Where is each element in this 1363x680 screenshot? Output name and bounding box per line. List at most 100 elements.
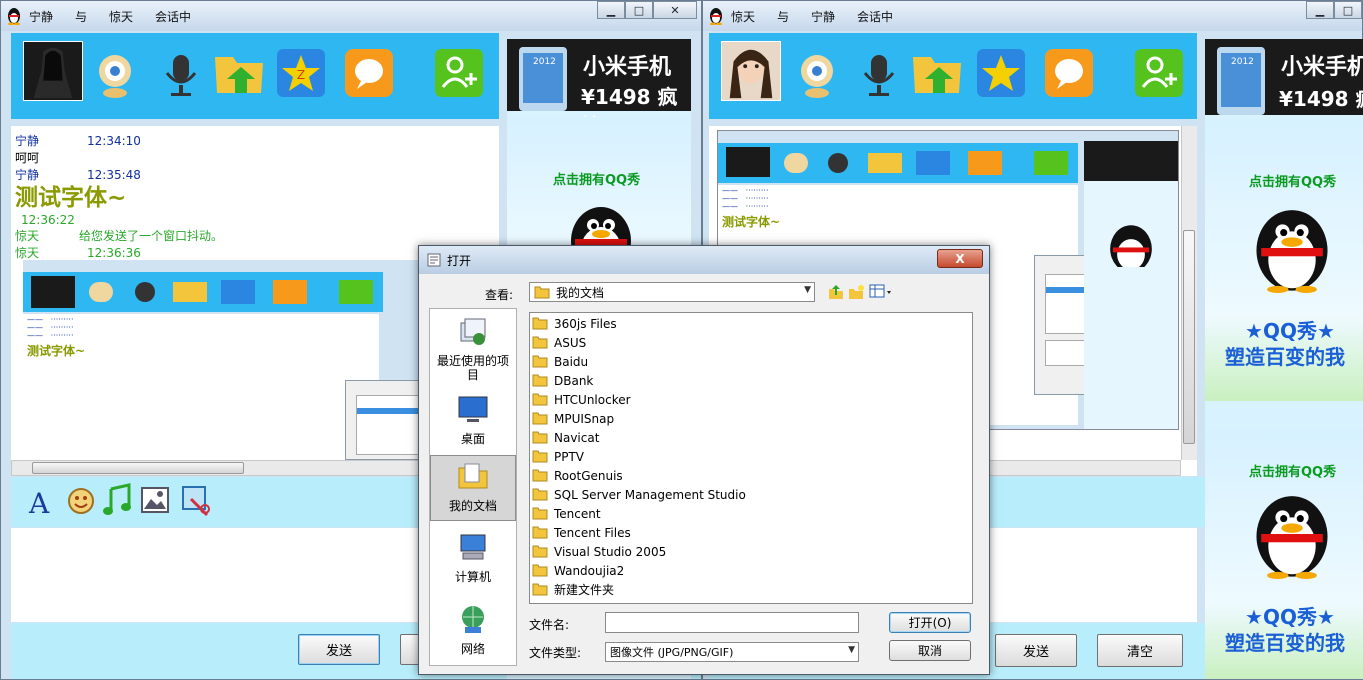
- view-menu-icon[interactable]: [869, 283, 893, 301]
- screenshot-icon[interactable]: [181, 485, 213, 517]
- folder-icon: [532, 317, 548, 330]
- file-list-item[interactable]: ASUS: [530, 333, 972, 352]
- file-name: ASUS: [554, 335, 587, 350]
- file-name: SQL Server Management Studio: [554, 487, 746, 502]
- qqxiu-ad-2[interactable]: 点击拥有QQ秀 ★QQ秀★ 塑造百变的我: [1205, 429, 1363, 679]
- documents-folder-icon: [458, 463, 488, 489]
- qqxiu-click-text: 点击拥有QQ秀: [1249, 465, 1337, 480]
- places-bar: 最近使用的项目 桌面 我的文档 计算机 网络: [429, 308, 517, 666]
- title-peer: 惊天: [109, 9, 134, 24]
- file-list-item[interactable]: PPTV: [530, 447, 972, 466]
- open-button[interactable]: 打开(O): [889, 612, 971, 633]
- computer-icon: [460, 534, 486, 560]
- qqxiu-click-text: 点击拥有QQ秀: [553, 173, 641, 188]
- new-folder-icon[interactable]: [847, 283, 865, 301]
- nested-avatar: [31, 276, 75, 308]
- file-list[interactable]: 360js Files ASUS Baidu DBank HTCUnlocker MPUI…: [529, 312, 973, 604]
- title-bar[interactable]: 惊天 与 宁静 会话中 ▁ □: [703, 1, 1362, 31]
- folder-icon: [532, 450, 548, 463]
- music-icon[interactable]: [101, 483, 133, 517]
- send-button[interactable]: 发送: [298, 634, 380, 665]
- file-list-item[interactable]: Navicat: [530, 428, 972, 447]
- qqxiu-click-text: 点击拥有QQ秀: [1249, 175, 1337, 190]
- scrollbar-thumb[interactable]: [32, 462, 244, 474]
- close-icon[interactable]: X: [937, 249, 983, 268]
- microphone-icon[interactable]: [855, 51, 903, 99]
- add-friend-icon[interactable]: [435, 49, 483, 97]
- qq-bubble-icon[interactable]: [1045, 49, 1093, 97]
- nested-microphone-icon: [135, 282, 155, 302]
- microphone-icon[interactable]: [157, 51, 205, 99]
- image-icon[interactable]: [141, 487, 169, 513]
- file-list-item[interactable]: RootGenuis: [530, 466, 972, 485]
- close-icon[interactable]: ✕: [653, 1, 697, 19]
- add-friend-icon[interactable]: [1135, 49, 1183, 97]
- avatar[interactable]: [23, 41, 83, 101]
- nested-qzone-icon: [916, 151, 950, 175]
- qq-penguin-icon: [1256, 496, 1328, 579]
- lookin-select[interactable]: 我的文档 ▼: [529, 282, 815, 302]
- file-transfer-icon[interactable]: [211, 47, 267, 99]
- file-list-item[interactable]: 新建文件夹: [530, 580, 972, 599]
- file-name: Tencent Files: [554, 525, 631, 540]
- file-list-item[interactable]: Tencent: [530, 504, 972, 523]
- message-text: 呵呵: [15, 151, 40, 165]
- message-header: 宁静 12:35:48: [15, 168, 141, 182]
- maximize-icon[interactable]: □: [625, 1, 653, 19]
- title-user: 惊天: [731, 9, 756, 24]
- file-list-item[interactable]: 360js Files: [530, 314, 972, 333]
- font-icon[interactable]: A: [25, 485, 55, 517]
- place-desktop[interactable]: 桌面: [430, 389, 516, 447]
- maximize-icon[interactable]: □: [1334, 1, 1362, 19]
- open-file-dialog: 打开 X 查看: 我的文档 ▼ 最近使用的项目 桌面 我的文档 计算机 网络 3…: [418, 245, 990, 675]
- avatar[interactable]: [721, 41, 781, 101]
- minimize-icon[interactable]: ▁: [1306, 1, 1334, 19]
- nested-webcam-icon: [89, 282, 113, 302]
- svg-text:Z: Z: [297, 68, 305, 82]
- message-text-large: 测试字体~: [15, 185, 127, 211]
- chevron-down-icon: ▼: [804, 285, 811, 295]
- phone-ad-banner[interactable]: 2012 小米手机 ¥1498 疯: [1205, 39, 1363, 115]
- file-transfer-icon[interactable]: [909, 47, 965, 99]
- vertical-scrollbar[interactable]: [1181, 126, 1197, 460]
- file-name: Visual Studio 2005: [554, 544, 667, 559]
- qqxiu-ad[interactable]: 点击拥有QQ秀 ★QQ秀★ 塑造百变的我: [1205, 119, 1363, 401]
- file-list-item[interactable]: HTCUnlocker: [530, 390, 972, 409]
- place-recent[interactable]: 最近使用的项目: [430, 313, 516, 382]
- place-my-documents[interactable]: 我的文档: [430, 455, 516, 521]
- clear-button[interactable]: 清空: [1097, 634, 1183, 667]
- nested-toolbar: [718, 143, 1078, 183]
- file-name: 新建文件夹: [554, 583, 615, 597]
- title-status: 会话中: [857, 9, 894, 24]
- dialog-title-bar[interactable]: 打开 X: [419, 246, 989, 274]
- filename-input[interactable]: [605, 612, 859, 633]
- minimize-icon[interactable]: ▁: [597, 1, 625, 19]
- scrollbar-thumb[interactable]: [1183, 230, 1195, 444]
- filetype-select[interactable]: 图像文件 (JPG/PNG/GIF) ▼: [605, 642, 859, 662]
- qzone-icon[interactable]: Z: [277, 49, 325, 97]
- title-bar[interactable]: 宁静 与 惊天 会话中 ▁ □ ✕: [1, 1, 701, 31]
- shake-notice: 惊天 给您发送了一个窗口抖动。: [15, 229, 224, 243]
- file-list-item[interactable]: Visual Studio 2005: [530, 542, 972, 561]
- up-folder-icon[interactable]: [827, 283, 845, 301]
- folder-icon: [532, 374, 548, 387]
- qq-bubble-icon[interactable]: [345, 49, 393, 97]
- file-list-item[interactable]: DBank: [530, 371, 972, 390]
- file-list-item[interactable]: Wandoujia2: [530, 561, 972, 580]
- place-network[interactable]: 网络: [430, 599, 516, 657]
- message-header: 宁静 12:34:10: [15, 134, 141, 148]
- file-list-item[interactable]: MPUISnap: [530, 409, 972, 428]
- send-button[interactable]: 发送: [995, 634, 1077, 667]
- cancel-button[interactable]: 取消: [889, 640, 971, 661]
- qzone-icon[interactable]: [977, 49, 1025, 97]
- file-list-item[interactable]: SQL Server Management Studio: [530, 485, 972, 504]
- emoticon-icon[interactable]: [67, 487, 95, 515]
- webcam-icon[interactable]: [91, 51, 139, 99]
- phone-ad-banner[interactable]: 2012 小米手机 ¥1498 疯抢: [507, 39, 691, 138]
- file-list-item[interactable]: Baidu: [530, 352, 972, 371]
- webcam-icon[interactable]: [793, 51, 841, 99]
- nested-toolbar: [23, 272, 383, 312]
- folder-icon: [532, 583, 548, 596]
- file-list-item[interactable]: Tencent Files: [530, 523, 972, 542]
- place-computer[interactable]: 计算机: [430, 527, 516, 585]
